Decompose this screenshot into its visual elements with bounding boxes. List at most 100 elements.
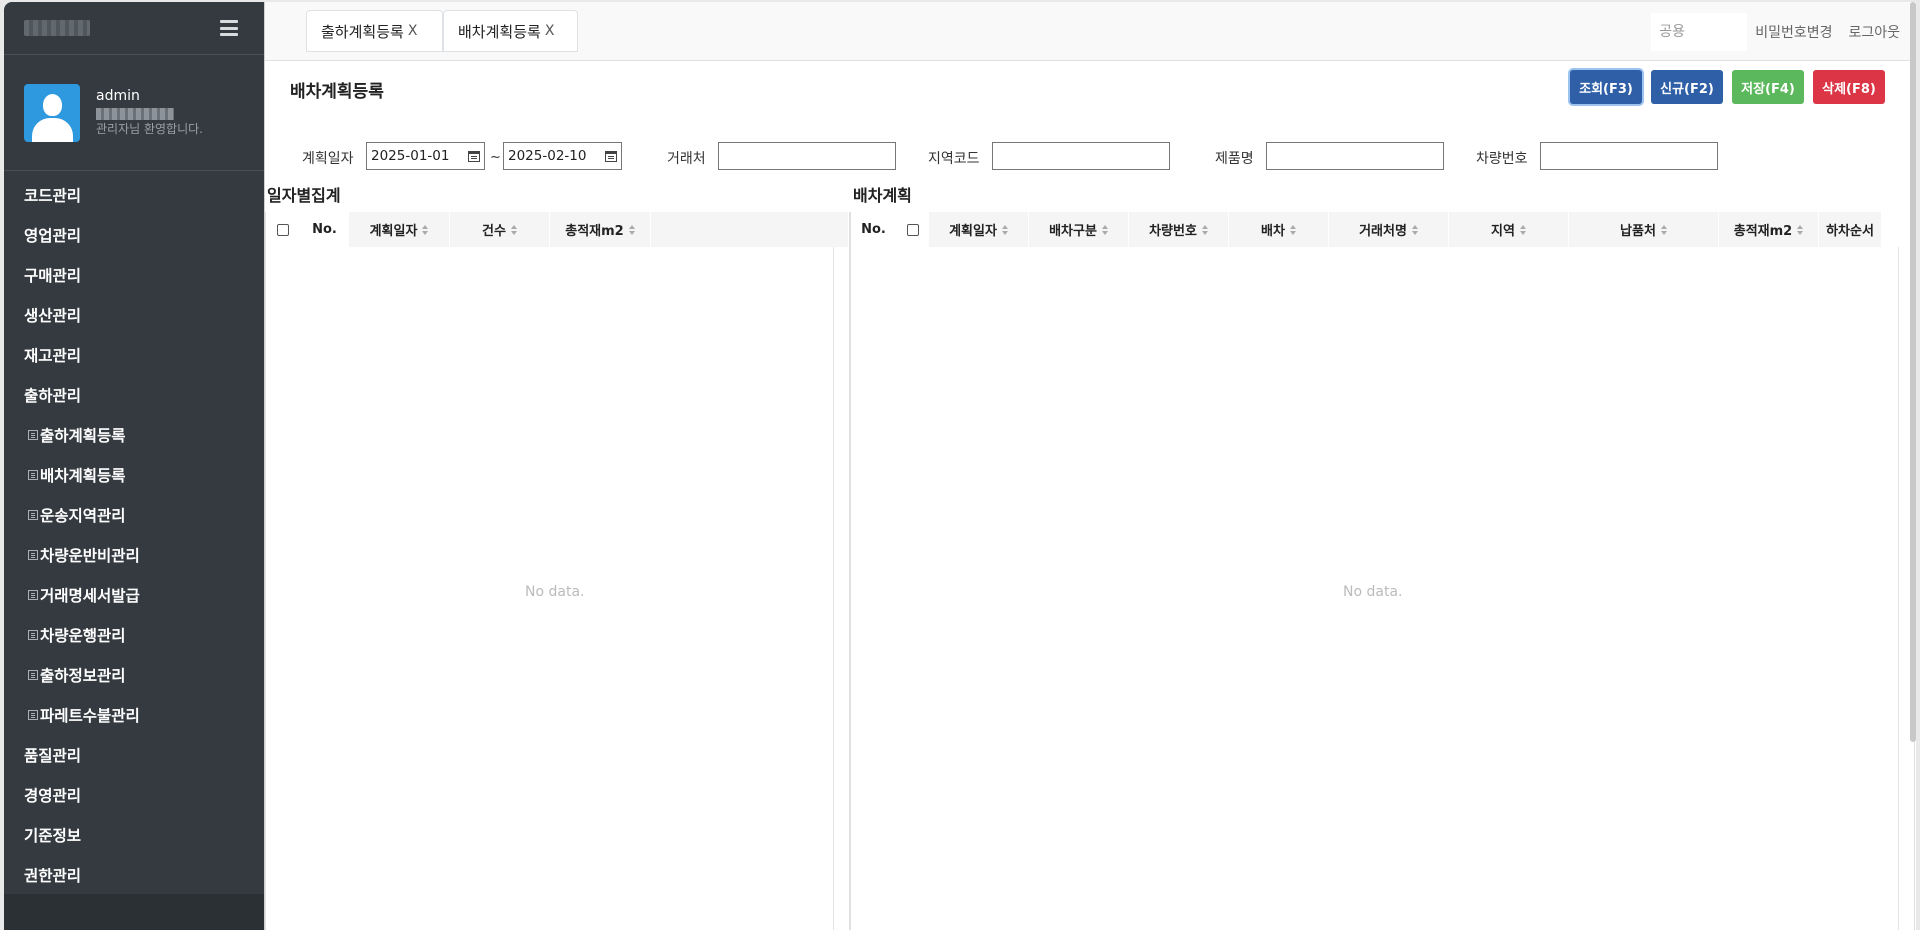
column-header-sortable[interactable]: 계획일자 (349, 212, 450, 247)
product-name-input[interactable] (1266, 142, 1444, 170)
sidebar-footer (4, 894, 264, 930)
new-button[interactable]: 신규(F2) (1651, 70, 1723, 104)
select-all-checkbox-cell (897, 212, 929, 247)
sidebar-item-label: 품질관리 (24, 747, 82, 765)
sidebar-item-sub[interactable]: 거래명세서발급 (4, 575, 264, 615)
sidebar-item-sub[interactable]: 운송지역관리 (4, 495, 264, 535)
column-header-sortable[interactable]: 총적재m2 (550, 212, 651, 247)
change-password-link[interactable]: 비밀번호변경 (1755, 22, 1832, 42)
sidebar-item-sub[interactable]: 차량운행관리 (4, 615, 264, 655)
delete-button[interactable]: 삭제(F8) (1813, 70, 1885, 104)
dispatch-plan-title: 배차계획 (853, 186, 912, 205)
sidebar-item-sub[interactable]: 차량운반비관리 (4, 535, 264, 575)
tab-shipment-plan[interactable]: 출하계획등록 X (306, 10, 443, 52)
tab-label: 출하계획등록 (321, 22, 404, 41)
sidebar-item[interactable]: 권한관리 (4, 855, 264, 895)
sidebar: admin 관리자님 환영합니다. 코드관리 영업관리구매관리생산관리 재고관리출하… (4, 2, 264, 930)
sidebar-item[interactable]: 경영관리 (4, 775, 264, 815)
column-header[interactable]: 하차순서 (1819, 212, 1882, 247)
daily-summary-grid: No. 계획일자 건수 총적재m2 No data. (265, 212, 850, 930)
sidebar-item-label: 기준정보 (24, 827, 82, 845)
sidebar-item-sub[interactable]: 파레트수불관리 (4, 695, 264, 735)
grid-header: No. 계획일자 배차구분 차량번호 배차 거래처명 지역 납품처 총적재m2 … (851, 212, 1914, 247)
vehicle-number-input[interactable] (1540, 142, 1718, 170)
sidebar-item-label: 차량운행관리 (40, 627, 126, 645)
sidebar-item-label: 파레트수불관리 (40, 707, 140, 725)
sidebar-item[interactable]: 생산관리 (4, 295, 264, 335)
column-header: No. (301, 212, 349, 247)
customer-input[interactable] (718, 142, 896, 170)
topbar: 출하계획등록 X 배차계획등록 X 비밀번호변경 로그아웃 (265, 2, 1916, 61)
main-content: 출하계획등록 X 배차계획등록 X 비밀번호변경 로그아웃 배차계획등록 조회(… (264, 2, 1916, 930)
submenu-item-icon (28, 710, 38, 720)
sort-icon (1001, 224, 1008, 235)
sidebar-item-sub[interactable]: 배차계획등록 (4, 455, 264, 495)
tab-close-icon[interactable]: X (545, 23, 555, 39)
column-header-sortable[interactable]: 차량번호 (1129, 212, 1229, 247)
search-button[interactable]: 조회(F3) (1570, 70, 1642, 104)
sidebar-item-label: 배차계획등록 (40, 467, 126, 485)
sort-icon (1660, 224, 1667, 235)
submenu-item-icon (28, 430, 38, 440)
sidebar-item[interactable]: 구매관리 (4, 255, 264, 295)
date-from-field[interactable]: 2025-01-01 (366, 142, 485, 170)
user-info: admin 관리자님 환영합니다. (96, 88, 203, 138)
sidebar-item[interactable]: 출하관리 (4, 375, 264, 415)
date-to-value: 2025-02-10 (508, 148, 587, 164)
save-button[interactable]: 저장(F4) (1732, 70, 1804, 104)
page-title: 배차계획등록 (290, 82, 384, 102)
sort-icon (510, 224, 517, 235)
sort-icon (1101, 224, 1108, 235)
sidebar-item-sub[interactable]: 출하계획등록 (4, 415, 264, 455)
vertical-scrollbar[interactable] (833, 247, 849, 930)
sidebar-item-sub[interactable]: 출하정보관리 (4, 655, 264, 695)
sidebar-item-label: 경영관리 (24, 787, 82, 805)
daily-summary-title: 일자별집계 (267, 186, 341, 205)
customer-label: 거래처 (667, 151, 706, 167)
tab-dispatch-plan[interactable]: 배차계획등록 X (443, 10, 578, 52)
column-header-sortable[interactable]: 계획일자 (929, 212, 1029, 247)
vehicle-number-label: 차량번호 (1476, 151, 1528, 167)
empty-message: No data. (525, 584, 585, 600)
column-header-sortable[interactable]: 배차 (1229, 212, 1329, 247)
sort-icon (1201, 224, 1208, 235)
sidebar-item-label: 차량운반비관리 (40, 547, 140, 565)
product-name-label: 제품명 (1215, 151, 1254, 167)
sidebar-item[interactable]: 품질관리 (4, 735, 264, 775)
sidebar-item[interactable]: 영업관리 (4, 215, 264, 255)
sidebar-item[interactable]: 재고관리 (4, 335, 264, 375)
calendar-icon[interactable] (605, 150, 617, 162)
user-name: admin (96, 87, 140, 104)
date-to-field[interactable]: 2025-02-10 (503, 142, 622, 170)
page-scrollbar[interactable] (1910, 2, 1916, 742)
calendar-icon[interactable] (468, 150, 480, 162)
column-header-sortable[interactable]: 거래처명 (1329, 212, 1449, 247)
user-detail-redacted (96, 108, 174, 121)
topbar-search-input[interactable] (1651, 13, 1748, 51)
select-all-checkbox[interactable] (906, 223, 919, 236)
hamburger-menu-icon[interactable] (220, 20, 238, 36)
submenu-item-icon (28, 510, 38, 520)
logout-link[interactable]: 로그아웃 (1848, 22, 1900, 42)
tab-close-icon[interactable]: X (408, 23, 418, 39)
column-header-sortable[interactable]: 총적재m2 (1719, 212, 1819, 247)
sidebar-menu: 코드관리 영업관리구매관리생산관리 재고관리출하관리출하계획등록배차계획등록운송지역… (4, 171, 264, 895)
region-code-input[interactable] (992, 142, 1170, 170)
submenu-item-icon (28, 630, 38, 640)
submenu-item-icon (28, 590, 38, 600)
sidebar-item[interactable]: 기준정보 (4, 815, 264, 855)
select-all-checkbox[interactable] (277, 223, 289, 236)
sidebar-item-label: 구매관리 (24, 267, 82, 285)
tab-label: 배차계획등록 (458, 22, 541, 41)
column-header-sortable[interactable]: 지역 (1449, 212, 1569, 247)
sidebar-item[interactable]: 코드관리 (4, 175, 264, 215)
sidebar-item-label: 출하관리 (24, 387, 82, 405)
empty-message: No data. (1343, 584, 1403, 600)
sort-icon (1289, 224, 1296, 235)
column-header-sortable[interactable]: 배차구분 (1029, 212, 1129, 247)
date-separator: ~ (490, 150, 501, 165)
column-header-sortable[interactable]: 건수 (450, 212, 550, 247)
sort-icon (1797, 224, 1804, 235)
sidebar-brand (4, 2, 264, 55)
column-header-sortable[interactable]: 납품처 (1569, 212, 1719, 247)
